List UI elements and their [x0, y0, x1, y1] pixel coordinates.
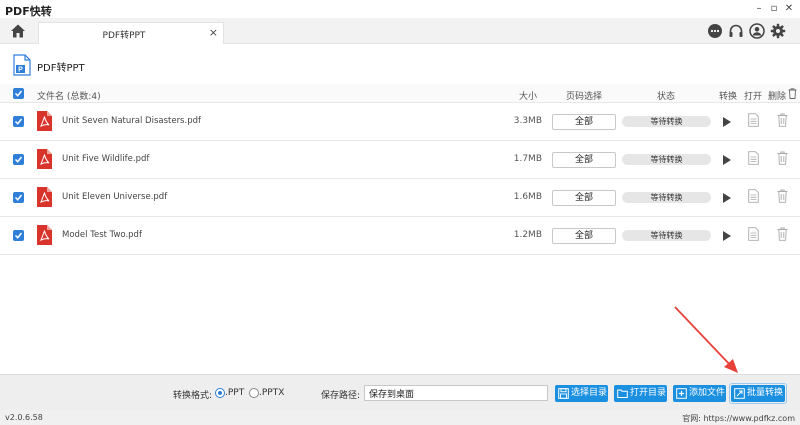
file-list: Unit Seven Natural Disasters.pdf 3.3MB 全… [0, 103, 800, 255]
title-bar: PDF快转 – ▫ ✕ [0, 0, 800, 18]
file-name: Unit Seven Natural Disasters.pdf [62, 116, 201, 126]
add-icon [676, 388, 687, 399]
add-file-label: 添加文件 [689, 388, 726, 398]
page-header: P PDF转PPT [0, 44, 800, 84]
column-range: 页码选择 [566, 92, 603, 102]
save-path-label: 保存路径: [321, 391, 361, 401]
file-table-header: 文件名 (总数:4) 大小 页码选择 状态 转换 打开 删除 [0, 84, 800, 103]
table-row[interactable]: Unit Eleven Universe.pdf 1.6MB 全部 等待转换 [0, 179, 800, 217]
status-bar: v2.0.6.58 官网: https://www.pdfkz.com [0, 410, 800, 425]
page-title: PDF转PPT [37, 63, 85, 74]
row-checkbox[interactable] [13, 192, 24, 203]
document-icon[interactable] [748, 151, 759, 165]
pdf-file-icon [37, 111, 52, 131]
empty-list-area [0, 255, 800, 374]
tab-title: PDF转PPT [102, 31, 146, 41]
file-size: 1.2MB [513, 230, 542, 240]
trash-icon[interactable] [777, 189, 788, 203]
format-pptx-label[interactable]: .PPTX [259, 388, 284, 398]
row-checkbox[interactable] [13, 230, 24, 241]
gear-icon[interactable] [770, 23, 786, 39]
row-checkbox[interactable] [13, 116, 24, 127]
play-icon[interactable] [722, 192, 732, 204]
chat-icon[interactable] [707, 23, 723, 39]
column-size: 大小 [519, 92, 538, 102]
home-icon[interactable] [10, 23, 26, 39]
maximize-button[interactable]: ▫ [767, 2, 781, 16]
folder-icon [617, 389, 628, 398]
column-delete: 删除 [768, 92, 787, 102]
trash-icon[interactable] [777, 227, 788, 241]
trash-icon[interactable] [777, 113, 788, 127]
file-name: Model Test Two.pdf [62, 230, 142, 240]
select-directory-button[interactable]: 选择目录 [555, 385, 608, 402]
open-directory-button[interactable]: 打开目录 [614, 385, 667, 402]
file-size: 1.6MB [513, 192, 542, 202]
row-checkbox[interactable] [13, 154, 24, 165]
select-directory-label: 选择目录 [571, 388, 608, 398]
close-window-button[interactable]: ✕ [782, 2, 796, 16]
page-range-button[interactable]: 全部 [552, 228, 616, 244]
trash-icon[interactable] [777, 151, 788, 165]
version-text: v2.0.6.58 [5, 413, 43, 422]
file-size: 3.3MB [513, 116, 542, 126]
table-row[interactable]: Model Test Two.pdf 1.2MB 全部 等待转换 [0, 217, 800, 255]
document-icon[interactable] [748, 189, 759, 203]
table-row[interactable]: Unit Seven Natural Disasters.pdf 3.3MB 全… [0, 103, 800, 141]
pdf-file-icon [37, 149, 52, 169]
page-range-button[interactable]: 全部 [552, 114, 616, 130]
add-file-button[interactable]: 添加文件 [673, 385, 726, 402]
user-icon[interactable] [749, 23, 765, 39]
file-name: Unit Eleven Universe.pdf [62, 192, 168, 202]
headset-icon[interactable] [728, 23, 744, 39]
play-icon[interactable] [722, 230, 732, 242]
format-ppt-label[interactable]: .PPT [225, 388, 244, 398]
tab-bar: PDF转PPT × [0, 18, 800, 44]
open-directory-label: 打开目录 [630, 388, 667, 398]
batch-convert-label: 批量转换 [747, 388, 784, 398]
page-range-button[interactable]: 全部 [552, 152, 616, 168]
status-badge: 等待转换 [622, 116, 711, 127]
app-title: PDF快转 [5, 5, 52, 18]
status-badge: 等待转换 [622, 192, 711, 203]
format-ppt-radio[interactable] [215, 388, 225, 398]
select-all-checkbox[interactable] [13, 88, 24, 99]
file-size: 1.7MB [513, 154, 542, 164]
website-link[interactable]: 官网: https://www.pdfkz.com [682, 413, 795, 424]
page-range-button[interactable]: 全部 [552, 190, 616, 206]
file-name: Unit Five Wildlife.pdf [62, 154, 150, 164]
batch-convert-button[interactable]: 批量转换 [731, 385, 785, 402]
tab-close-icon[interactable]: × [209, 26, 218, 39]
ppt-file-icon: P [13, 54, 31, 76]
table-row[interactable]: Unit Five Wildlife.pdf 1.7MB 全部 等待转换 [0, 141, 800, 179]
tab-pdf-to-ppt[interactable]: PDF转PPT × [38, 22, 224, 44]
minimize-button[interactable]: – [752, 2, 766, 16]
save-icon [558, 388, 569, 399]
column-status: 状态 [657, 92, 676, 102]
status-badge: 等待转换 [622, 154, 711, 165]
delete-all-icon[interactable] [788, 88, 797, 99]
annotation-arrow-icon [674, 306, 738, 373]
play-icon[interactable] [722, 154, 732, 166]
column-convert: 转换 [719, 92, 738, 102]
format-pptx-radio[interactable] [249, 388, 259, 398]
format-label: 转换格式: [173, 391, 213, 401]
bottom-toolbar: 转换格式: .PPT .PPTX 保存路径: 选择目录 打开目录 添加文件 批量… [0, 374, 800, 410]
play-icon[interactable] [722, 116, 732, 128]
save-path-input[interactable] [364, 385, 548, 401]
pdf-file-icon [37, 187, 52, 207]
convert-icon [734, 388, 745, 399]
document-icon[interactable] [748, 113, 759, 127]
column-filename: 文件名 (总数:4) [37, 92, 101, 102]
document-icon[interactable] [748, 227, 759, 241]
pdf-file-icon [37, 225, 52, 245]
svg-text:P: P [18, 67, 23, 74]
status-badge: 等待转换 [622, 230, 711, 241]
column-open: 打开 [744, 92, 763, 102]
